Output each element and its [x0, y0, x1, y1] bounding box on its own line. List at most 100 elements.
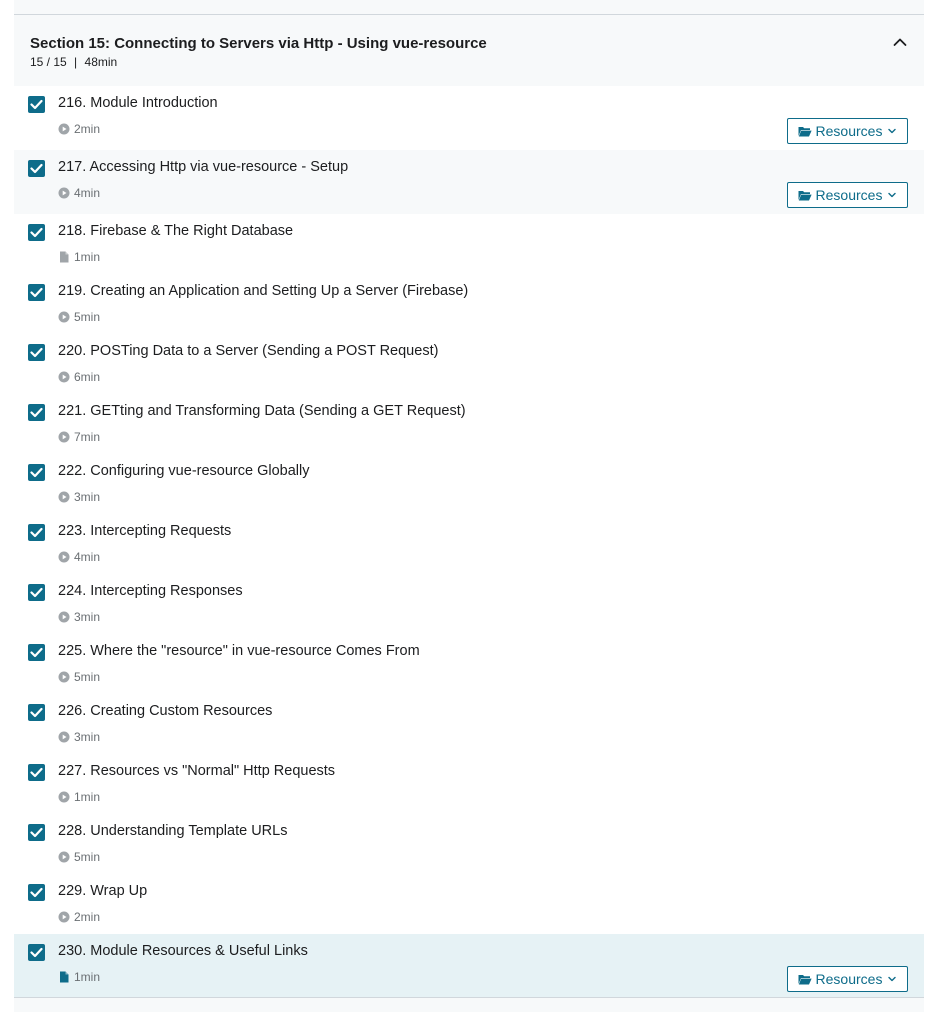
- checkmark-icon: [30, 947, 43, 958]
- checkmark-icon: [30, 407, 43, 418]
- checkmark-icon: [30, 467, 43, 478]
- lesson-duration: 4min: [74, 550, 101, 564]
- play-circle-icon: [58, 311, 70, 323]
- lesson-meta: 7min: [58, 430, 100, 444]
- lesson-title: 225. Where the "resource" in vue-resourc…: [58, 643, 420, 659]
- resources-dropdown-button[interactable]: Resources: [787, 182, 908, 208]
- resources-dropdown-button[interactable]: Resources: [787, 118, 908, 144]
- lesson-title: 222. Configuring vue-resource Globally: [58, 463, 310, 479]
- lesson-title: 217. Accessing Http via vue-resource - S…: [58, 159, 349, 175]
- lesson-title: 220. POSTing Data to a Server (Sending a…: [58, 343, 439, 359]
- lesson-completed-checkbox[interactable]: [28, 464, 45, 481]
- lesson-duration: 3min: [74, 730, 101, 744]
- lesson-completed-checkbox[interactable]: [28, 224, 45, 241]
- lesson-item[interactable]: 223. Intercepting Requests 4min: [14, 514, 924, 574]
- lesson-completed-checkbox[interactable]: [28, 96, 45, 113]
- checkmark-icon: [30, 163, 43, 174]
- section-duration: 48min: [84, 55, 118, 69]
- lesson-item[interactable]: 218. Firebase & The Right Database 1min: [14, 214, 924, 274]
- lesson-title: 223. Intercepting Requests: [58, 523, 232, 539]
- play-circle-icon: [58, 123, 70, 135]
- chevron-up-icon[interactable]: [892, 34, 908, 50]
- lesson-item[interactable]: 229. Wrap Up 2min: [14, 874, 924, 934]
- lesson-completed-checkbox[interactable]: [28, 824, 45, 841]
- lesson-item[interactable]: 224. Intercepting Responses 3min: [14, 574, 924, 634]
- checkmark-icon: [30, 587, 43, 598]
- lesson-meta: 5min: [58, 310, 100, 324]
- lesson-duration: 4min: [74, 186, 101, 200]
- checkmark-icon: [30, 99, 43, 110]
- lesson-item[interactable]: 228. Understanding Template URLs 5min: [14, 814, 924, 874]
- previous-section-edge: [14, 0, 924, 15]
- lesson-completed-checkbox[interactable]: [28, 160, 45, 177]
- lesson-meta: 3min: [58, 490, 100, 504]
- lesson-title: 229. Wrap Up: [58, 883, 148, 899]
- checkmark-icon: [30, 227, 43, 238]
- lesson-completed-checkbox[interactable]: [28, 944, 45, 961]
- play-circle-icon: [58, 611, 70, 623]
- lesson-duration: 5min: [74, 670, 101, 684]
- lesson-item[interactable]: 225. Where the "resource" in vue-resourc…: [14, 634, 924, 694]
- resources-dropdown-button[interactable]: Resources: [787, 966, 908, 992]
- checkmark-icon: [30, 707, 43, 718]
- lesson-title: 218. Firebase & The Right Database: [58, 223, 294, 239]
- checkmark-icon: [30, 527, 43, 538]
- lesson-item[interactable]: 220. POSTing Data to a Server (Sending a…: [14, 334, 924, 394]
- play-circle-icon: [58, 671, 70, 683]
- lesson-item[interactable]: 216. Module Introduction 2min Resources: [14, 86, 924, 150]
- lesson-completed-checkbox[interactable]: [28, 344, 45, 361]
- lesson-meta: 3min: [58, 610, 100, 624]
- lesson-meta: 2min: [58, 122, 100, 136]
- checkmark-icon: [30, 647, 43, 658]
- checkmark-icon: [30, 287, 43, 298]
- checkmark-icon: [30, 347, 43, 358]
- play-circle-icon: [58, 551, 70, 563]
- lesson-duration: 3min: [74, 490, 101, 504]
- lesson-completed-checkbox[interactable]: [28, 404, 45, 421]
- lesson-meta: 5min: [58, 850, 100, 864]
- folder-open-icon: [798, 126, 812, 136]
- lesson-meta: 5min: [58, 670, 100, 684]
- lesson-duration: 2min: [74, 910, 101, 924]
- resources-label: Resources: [815, 123, 883, 139]
- lesson-title: 219. Creating an Application and Setting…: [58, 283, 469, 299]
- lesson-item[interactable]: 227. Resources vs "Normal" Http Requests…: [14, 754, 924, 814]
- lesson-duration: 6min: [74, 370, 101, 384]
- file-icon: [60, 251, 69, 263]
- play-circle-icon: [58, 851, 70, 863]
- lesson-item[interactable]: 219. Creating an Application and Setting…: [14, 274, 924, 334]
- lesson-duration: 7min: [74, 430, 101, 444]
- lesson-title: 216. Module Introduction: [58, 95, 218, 111]
- lesson-completed-checkbox[interactable]: [28, 284, 45, 301]
- lesson-item[interactable]: 222. Configuring vue-resource Globally 3m…: [14, 454, 924, 514]
- section-header[interactable]: Section 15: Connecting to Servers via Ht…: [14, 16, 924, 86]
- lesson-duration: 3min: [74, 610, 101, 624]
- lesson-completed-checkbox[interactable]: [28, 704, 45, 721]
- chevron-down-icon: [888, 192, 897, 198]
- play-circle-icon: [58, 911, 70, 923]
- lesson-item[interactable]: 217. Accessing Http via vue-resource - S…: [14, 150, 924, 214]
- lesson-item[interactable]: 230. Module Resources & Useful Links 1min…: [14, 934, 924, 998]
- lesson-meta: 1min: [58, 250, 100, 264]
- lesson-title: 228. Understanding Template URLs: [58, 823, 288, 839]
- lesson-list: 216. Module Introduction 2min Resources 217…: [14, 86, 924, 998]
- lesson-meta: 2min: [58, 910, 100, 924]
- course-content-panel: Section 15: Connecting to Servers via Ht…: [14, 0, 924, 1012]
- play-circle-icon: [58, 371, 70, 383]
- folder-open-icon: [798, 974, 812, 984]
- lesson-item[interactable]: 221. GETting and Transforming Data (Send…: [14, 394, 924, 454]
- lesson-duration: 5min: [74, 310, 101, 324]
- lesson-completed-checkbox[interactable]: [28, 524, 45, 541]
- lesson-completed-checkbox[interactable]: [28, 884, 45, 901]
- lesson-completed-checkbox[interactable]: [28, 764, 45, 781]
- lesson-duration: 2min: [74, 122, 101, 136]
- lesson-completed-checkbox[interactable]: [28, 584, 45, 601]
- folder-open-icon: [798, 190, 812, 200]
- play-circle-icon: [58, 791, 70, 803]
- lesson-completed-checkbox[interactable]: [28, 644, 45, 661]
- chevron-down-icon: [888, 128, 897, 134]
- lesson-item[interactable]: 226. Creating Custom Resources 3min: [14, 694, 924, 754]
- lesson-title: 226. Creating Custom Resources: [58, 703, 273, 719]
- checkmark-icon: [30, 827, 43, 838]
- lesson-meta: 4min: [58, 550, 100, 564]
